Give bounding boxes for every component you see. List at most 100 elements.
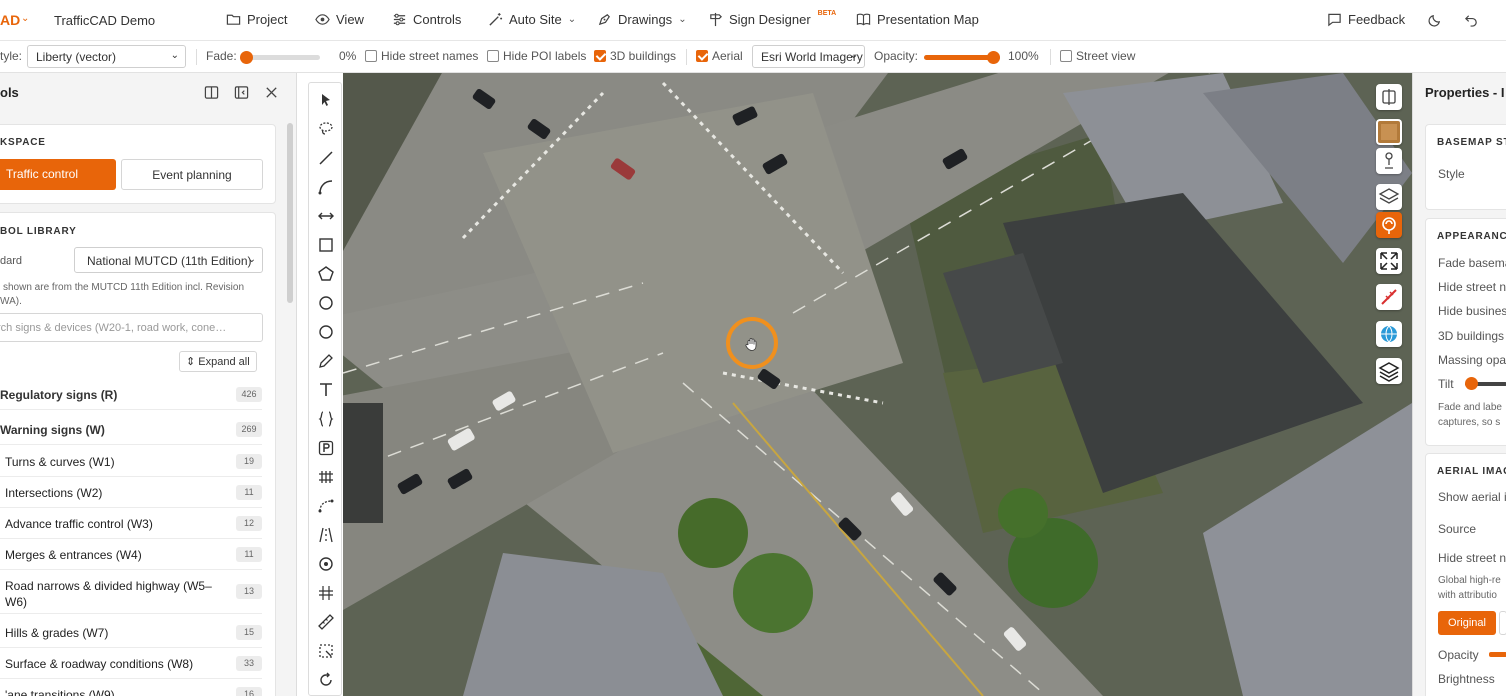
symbol-category-row[interactable]: Advance traffic control (W3) 12 <box>0 508 262 539</box>
variable-tool[interactable] <box>317 410 335 428</box>
compare-view-button[interactable] <box>1376 84 1402 110</box>
pencil-icon <box>319 354 333 368</box>
symbol-category-row[interactable]: Regulatory signs (R) 426 <box>0 379 262 410</box>
undo-button[interactable] <box>1464 12 1479 27</box>
rectangle-tool[interactable] <box>317 236 335 254</box>
line-tool[interactable] <box>317 149 335 167</box>
opacity-slider[interactable] <box>924 51 1000 64</box>
symbol-category-label: Advance traffic control (W3) <box>5 517 153 531</box>
feedback-button[interactable]: Feedback <box>1327 12 1405 27</box>
close-icon[interactable] <box>264 85 279 100</box>
nav-auto-site-menu[interactable]: Auto Site ⌄ <box>488 12 576 27</box>
measure-tool[interactable] <box>317 207 335 225</box>
road-tool[interactable] <box>317 526 335 544</box>
rotate-tool[interactable] <box>317 671 335 689</box>
nav-project-menu[interactable]: Project <box>226 12 287 27</box>
crosswalk-tool[interactable] <box>317 468 335 486</box>
layers-button[interactable] <box>1376 184 1402 210</box>
hide-poi-labels-checkbox[interactable] <box>487 50 499 62</box>
symbol-category-row[interactable]: Road narrows & divided highway (W5– W6) 13 <box>0 570 262 614</box>
event-planning-button[interactable]: Event planning <box>121 159 263 190</box>
text-tool[interactable] <box>317 381 335 399</box>
basemap-style-value: Liberty (vector) <box>36 50 117 64</box>
basemap-style-heading: BASEMAP ST <box>1437 137 1506 148</box>
original-button[interactable]: Original <box>1438 611 1496 635</box>
turn-path-tool[interactable] <box>317 497 335 515</box>
expand-all-button[interactable]: ⇕ Expand all <box>179 351 257 372</box>
basemap-style-row-label: Style <box>1438 167 1465 181</box>
theme-toggle-button[interactable] <box>1428 12 1443 27</box>
collapse-panel-icon[interactable] <box>234 85 249 100</box>
hide-street-names-checkbox[interactable] <box>365 50 377 62</box>
project-name[interactable]: TrafficCAD Demo <box>54 13 155 28</box>
select-tool[interactable] <box>317 91 335 109</box>
symbol-category-row[interactable]: Surface & roadway conditions (W8) 33 <box>0 648 262 679</box>
3d-buildings-label[interactable]: 3D buildings <box>610 49 676 63</box>
nav-presentation-map[interactable]: Presentation Map <box>856 12 979 27</box>
3d-buildings-checkbox[interactable] <box>594 50 606 62</box>
polygon-tool[interactable] <box>317 265 335 283</box>
expand-arrows-icon <box>1380 252 1398 270</box>
symbol-count-badge: 269 <box>236 422 262 437</box>
split-view-icon[interactable] <box>204 85 219 100</box>
line-icon <box>319 151 333 165</box>
imagery-source-value: Esri World Imagery <box>761 50 863 64</box>
standard-select[interactable]: National MUTCD (11th Edition) ⌄ <box>74 247 263 273</box>
layer-stack-button[interactable] <box>1376 358 1402 384</box>
street-view-checkbox[interactable] <box>1060 50 1072 62</box>
lasso-tool[interactable] <box>317 120 335 138</box>
ruler-tool[interactable] <box>317 613 335 631</box>
symbol-count-badge: 426 <box>236 387 262 402</box>
fade-slider[interactable] <box>240 51 320 64</box>
aerial-checkbox[interactable] <box>696 50 708 62</box>
traffic-layer-button[interactable] <box>1376 212 1402 238</box>
aerial-opacity-slider[interactable] <box>1489 652 1506 657</box>
street-view-label[interactable]: Street view <box>1076 49 1135 63</box>
globe-button[interactable] <box>1376 321 1402 347</box>
circle-tool[interactable] <box>317 294 335 312</box>
divider <box>1050 49 1051 65</box>
basemap-style-select[interactable]: Liberty (vector) ⌄ <box>27 45 186 68</box>
measure-distance-button[interactable] <box>1376 284 1402 310</box>
app-logo[interactable]: AD <box>0 12 20 28</box>
basemap-thumbnail-button[interactable] <box>1376 119 1402 145</box>
symbol-category-label: Merges & entrances (W4) <box>5 548 142 562</box>
curve-tool[interactable] <box>317 178 335 196</box>
symbol-category-row[interactable]: Intersections (W2) 11 <box>0 477 262 508</box>
nav-view-menu[interactable]: View <box>315 12 364 27</box>
pegman-button[interactable] <box>1376 148 1402 174</box>
signpost-icon <box>710 12 722 27</box>
image-mode-button[interactable] <box>1499 611 1506 635</box>
nav-sign-designer[interactable]: Sign Designer BETA <box>708 10 836 27</box>
opacity-slider-handle[interactable] <box>987 51 1000 64</box>
imagery-source-select[interactable]: Esri World Imagery ⌄ <box>752 45 865 68</box>
panel-scrollbar-thumb[interactable] <box>287 123 293 303</box>
layers-stack-icon <box>1378 362 1400 382</box>
symbol-category-row[interactable]: Warning signs (W) 269 <box>0 414 262 445</box>
symbol-search-input[interactable]: rch signs & devices (W20-1, road work, c… <box>0 313 263 342</box>
map-canvas[interactable] <box>343 73 1412 696</box>
point-tool[interactable] <box>317 555 335 573</box>
hashtag-icon <box>319 586 333 600</box>
parking-tool[interactable] <box>317 439 335 457</box>
symbol-category-row[interactable]: Hills & grades (W7) 15 <box>0 617 262 648</box>
aerial-label[interactable]: Aerial <box>712 49 743 63</box>
symbol-category-row[interactable]: Turns & curves (W1) 19 <box>0 446 262 477</box>
symbol-category-row[interactable]: Merges & entrances (W4) 11 <box>0 539 262 570</box>
nav-drawings-menu[interactable]: Drawings ⌄ <box>597 12 687 27</box>
symbol-category-label: Road narrows & divided highway (W5– <box>5 579 212 593</box>
chevron-down-icon[interactable]: ⌄ <box>21 13 29 24</box>
fade-slider-handle[interactable] <box>240 51 253 64</box>
area-select-tool[interactable] <box>317 642 335 660</box>
ellipse-tool[interactable] <box>317 323 335 341</box>
pencil-tool[interactable] <box>317 352 335 370</box>
fullscreen-button[interactable] <box>1376 248 1402 274</box>
tilt-slider-handle[interactable] <box>1465 377 1478 390</box>
massing-opacity-row-label: Massing opac <box>1438 353 1506 367</box>
hash-tool[interactable] <box>317 584 335 602</box>
traffic-control-button[interactable]: Traffic control <box>0 159 116 190</box>
hide-street-names-label[interactable]: Hide street names <box>381 49 478 63</box>
nav-controls-menu[interactable]: Controls <box>392 12 461 27</box>
symbol-category-row[interactable]: 'ane transitions (W9) 16 <box>0 679 262 696</box>
hide-poi-labels-label[interactable]: Hide POI labels <box>503 49 586 63</box>
